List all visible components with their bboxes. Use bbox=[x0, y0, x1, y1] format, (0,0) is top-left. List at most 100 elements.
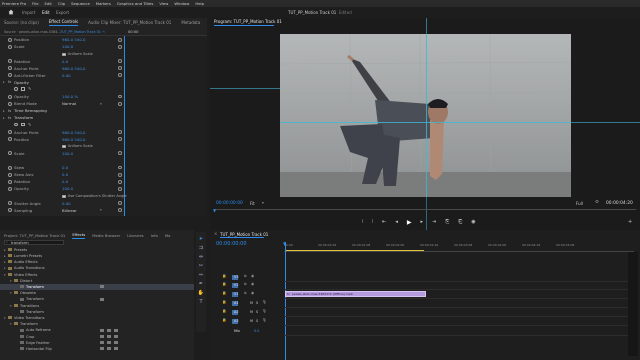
chevron-down-icon[interactable]: ▾ bbox=[100, 208, 102, 212]
ec-property-value[interactable]: 0.00 bbox=[62, 201, 71, 206]
sync-lock-icon[interactable]: ⧉ bbox=[244, 274, 247, 278]
video-frame[interactable] bbox=[280, 34, 571, 197]
reset-icon[interactable] bbox=[118, 208, 122, 213]
program-quality-select[interactable]: Full bbox=[576, 201, 583, 206]
microphone-icon[interactable]: 🎙 bbox=[262, 309, 267, 313]
reset-icon[interactable] bbox=[118, 151, 122, 156]
chevron-down-icon[interactable]: ▾ bbox=[10, 291, 12, 295]
rect-mask-icon[interactable] bbox=[21, 87, 25, 91]
chevron-down-icon[interactable]: ▾ bbox=[4, 273, 6, 277]
stopwatch-icon[interactable] bbox=[8, 201, 12, 206]
go-to-in-icon[interactable]: ⇤ bbox=[382, 219, 386, 225]
fx-badge-icon[interactable]: fx bbox=[8, 80, 11, 84]
go-to-out-icon[interactable]: ⇥ bbox=[432, 219, 436, 225]
chevron-down-icon[interactable]: ▾ bbox=[10, 322, 12, 326]
reset-icon[interactable] bbox=[118, 101, 122, 106]
mute-button[interactable]: M bbox=[250, 310, 253, 314]
sync-lock-icon[interactable]: ⧉ bbox=[244, 282, 247, 286]
lift-icon[interactable]: ⎘ bbox=[445, 219, 449, 225]
menu-item-help[interactable]: Help bbox=[195, 1, 204, 6]
ec-sequence[interactable]: TUT_PP_Motion Track 01 → bbox=[60, 30, 105, 34]
panel-tab-project[interactable]: Project: TUT_PP_Motion Track 01 bbox=[4, 233, 65, 238]
effects-tree-item[interactable]: ▸ Lumetri Presets bbox=[0, 253, 194, 259]
program-title[interactable]: Program: TUT_PP_Motion Track 01 bbox=[214, 19, 282, 24]
mark-in-icon[interactable]: ⦚ bbox=[362, 219, 363, 225]
reset-icon[interactable] bbox=[118, 201, 122, 205]
ec-property-value[interactable]: 0.0 bbox=[62, 172, 68, 177]
reset-icon[interactable] bbox=[118, 37, 122, 42]
home-icon[interactable] bbox=[8, 9, 14, 15]
reset-icon[interactable] bbox=[118, 179, 122, 184]
menu-item-clip[interactable]: Clip bbox=[58, 1, 65, 6]
workspace-export[interactable]: Export bbox=[56, 10, 69, 15]
disclosure-triangle-icon[interactable]: ▸ bbox=[3, 80, 5, 84]
panel-tab-ma[interactable]: Ma bbox=[165, 233, 171, 238]
stopwatch-icon[interactable] bbox=[8, 186, 12, 191]
sync-lock-icon[interactable]: ⧉ bbox=[244, 291, 247, 295]
menu-item-premiere-pro[interactable]: Premiere Pro bbox=[2, 1, 26, 6]
effects-search-input[interactable]: transform bbox=[11, 241, 29, 245]
chevron-down-icon[interactable]: ▾ bbox=[100, 102, 102, 106]
video-clip[interactable]: fx pexels-allan-mas-5384372 (Offline).mp… bbox=[285, 291, 426, 297]
chevron-right-icon[interactable]: ▸ bbox=[4, 248, 6, 252]
stopwatch-icon[interactable] bbox=[8, 37, 12, 42]
wrench-icon[interactable]: ⚙ bbox=[595, 200, 599, 205]
track-lane[interactable] bbox=[284, 335, 628, 336]
pen-mask-icon[interactable]: ✎ bbox=[28, 86, 31, 91]
ec-property-value[interactable]: 100.0 % bbox=[62, 94, 78, 99]
effects-tree-item[interactable]: Crop bbox=[0, 334, 194, 340]
tab-source[interactable]: Source: (no clips) bbox=[4, 20, 39, 25]
microphone-icon[interactable]: 🎙 bbox=[262, 318, 267, 322]
workspace-import[interactable]: Import bbox=[22, 10, 35, 15]
ec-property-value[interactable]: 960.0 540.0 bbox=[62, 137, 86, 142]
effects-tree-item[interactable]: Transform bbox=[0, 309, 194, 315]
fx-badge-icon[interactable]: fx bbox=[8, 109, 11, 113]
workspace-edit[interactable]: Edit bbox=[42, 10, 50, 15]
tab-audio-clip-mixer[interactable]: Audio Clip Mixer: TUT_PP_Motion Track 01 bbox=[88, 20, 171, 25]
effects-tree-item[interactable]: Transform bbox=[0, 297, 194, 303]
ec-property-value[interactable]: 0.0 bbox=[62, 179, 68, 184]
stopwatch-icon[interactable] bbox=[8, 208, 12, 213]
effects-tree-item[interactable]: ▾ Distort bbox=[0, 278, 194, 284]
step-forward-icon[interactable]: ▸ bbox=[421, 219, 424, 225]
reset-icon[interactable] bbox=[118, 44, 122, 49]
track-select-icon[interactable]: ⇉ bbox=[197, 245, 205, 254]
export-frame-icon[interactable]: ◉ bbox=[471, 219, 475, 225]
effects-tree-item[interactable]: ▾ Video Effects bbox=[0, 272, 194, 278]
chevron-down-icon[interactable]: ▾ bbox=[4, 316, 6, 320]
track-lane[interactable] bbox=[284, 307, 628, 308]
checkbox-icon[interactable] bbox=[62, 144, 66, 149]
effects-tree-item[interactable]: ▾ Obsolete bbox=[0, 290, 194, 296]
lock-icon[interactable]: 🔒 bbox=[222, 274, 226, 278]
menu-item-sequence[interactable]: Sequence bbox=[71, 1, 90, 6]
menu-item-graphics-and-titles[interactable]: Graphics and Titles bbox=[117, 1, 153, 6]
rect-mask-icon[interactable] bbox=[21, 122, 25, 127]
reset-icon[interactable] bbox=[118, 137, 122, 142]
ec-property-value[interactable]: 0.0 bbox=[62, 59, 68, 64]
ripple-edit-icon[interactable]: ⇹ bbox=[197, 254, 205, 263]
effects-tree-item[interactable]: ▾ Transitions bbox=[0, 303, 194, 309]
program-timecode[interactable]: 00:00:00:00 bbox=[216, 201, 243, 206]
stopwatch-icon[interactable] bbox=[8, 172, 12, 177]
panel-tab-info[interactable]: Info bbox=[151, 233, 158, 238]
stopwatch-icon[interactable] bbox=[8, 165, 12, 170]
pen-mask-icon[interactable]: ✎ bbox=[28, 122, 31, 127]
slip-tool-icon[interactable]: ⇔ bbox=[197, 272, 205, 281]
effects-tree-item[interactable]: Auto Reframe bbox=[0, 328, 194, 334]
pen-tool-icon[interactable]: ✒ bbox=[197, 281, 205, 290]
ec-property-value[interactable]: 100.0 bbox=[62, 186, 73, 191]
mute-button[interactable]: M bbox=[250, 319, 253, 323]
stopwatch-icon[interactable] bbox=[8, 151, 12, 156]
reset-icon[interactable] bbox=[118, 66, 122, 71]
panel-tab-media-browser[interactable]: Media Browser bbox=[92, 233, 120, 238]
stopwatch-icon[interactable] bbox=[8, 179, 12, 184]
panel-tab-effects[interactable]: Effects bbox=[72, 232, 85, 239]
checkbox-icon[interactable] bbox=[62, 194, 66, 199]
effects-tree-item[interactable]: Edge Feather bbox=[0, 340, 194, 346]
fx-badge-icon[interactable]: fx bbox=[8, 116, 11, 120]
solo-button[interactable]: S bbox=[256, 301, 258, 305]
ec-checkbox[interactable]: Uniform Scale bbox=[62, 52, 93, 57]
chevron-down-icon[interactable]: ▾ bbox=[10, 304, 12, 308]
stopwatch-icon[interactable] bbox=[8, 44, 12, 49]
hand-tool-icon[interactable]: ✋ bbox=[197, 290, 205, 299]
